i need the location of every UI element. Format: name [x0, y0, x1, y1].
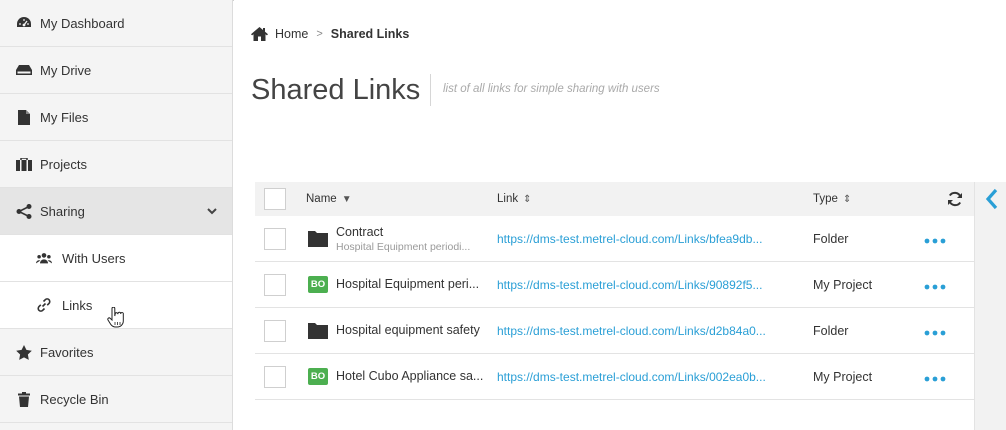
- row-type: Folder: [813, 232, 849, 246]
- link-icon: [36, 297, 52, 313]
- trash-icon: [16, 391, 32, 407]
- hand-cursor-icon: [107, 307, 124, 328]
- folder-icon: [308, 323, 328, 339]
- column-header-name[interactable]: Name ▼: [306, 193, 352, 205]
- home-icon[interactable]: [251, 27, 268, 41]
- bo-project-icon: BO: [308, 368, 328, 385]
- refresh-icon[interactable]: [947, 191, 963, 207]
- page-subtitle: list of all links for simple sharing wit…: [443, 83, 660, 95]
- users-icon: [36, 250, 52, 266]
- column-header-label: Type: [813, 193, 838, 205]
- column-header-type[interactable]: Type ⇕: [813, 193, 851, 205]
- more-options-icon[interactable]: [924, 330, 946, 336]
- breadcrumb-separator: >: [316, 28, 323, 40]
- row-link[interactable]: https://dms-test.metrel-cloud.com/Links/…: [497, 278, 762, 292]
- more-options-icon[interactable]: [924, 284, 946, 290]
- chevron-down-icon[interactable]: [206, 205, 218, 217]
- sidebar-item-label: Projects: [40, 156, 87, 172]
- sidebar-item-my-dashboard[interactable]: My Dashboard: [0, 0, 232, 47]
- row-checkbox[interactable]: [264, 228, 286, 250]
- shared-links-table: Name ▼ Link ⇕ Type ⇕ Contract Hospital Equi…: [255, 182, 974, 400]
- sidebar-item-label: My Drive: [40, 62, 92, 78]
- sidebar-item-label: With Users: [62, 250, 126, 266]
- sidebar-item-label: Sharing: [40, 203, 85, 219]
- column-header-label: Link: [497, 193, 519, 205]
- row-type: My Project: [813, 278, 873, 292]
- sidebar-item-label: Favorites: [40, 344, 94, 360]
- row-link[interactable]: https://dms-test.metrel-cloud.com/Links/…: [497, 370, 766, 384]
- row-name: Contract Hospital Equipment periodi...: [336, 225, 470, 253]
- sidebar-item-recycle-bin[interactable]: Recycle Bin: [0, 376, 232, 423]
- row-name: Hospital Equipment peri...: [336, 277, 480, 291]
- sidebar-item-label: Links: [62, 297, 93, 313]
- row-checkbox[interactable]: [264, 320, 286, 342]
- row-subname: Hospital Equipment periodi...: [336, 241, 471, 253]
- sidebar-item-my-drive[interactable]: My Drive: [0, 47, 232, 94]
- row-name: Hospital equipment safety: [336, 323, 480, 337]
- sort-icon: ⇕: [523, 194, 532, 205]
- sidebar-item-label: Recycle Bin: [40, 391, 109, 407]
- sidebar-item-my-files[interactable]: My Files: [0, 94, 232, 141]
- more-options-icon[interactable]: [924, 376, 946, 382]
- main-content: Home > Shared Links Shared Links list of…: [234, 0, 1006, 430]
- breadcrumb-current: Shared Links: [330, 27, 410, 41]
- sidebar-item-favorites[interactable]: Favorites: [0, 329, 232, 376]
- column-header-label: Name: [306, 193, 337, 205]
- sidebar: My Dashboard My Drive My Files Projects …: [0, 0, 233, 430]
- sidebar-item-label: My Files: [40, 109, 89, 125]
- table-header: Name ▼ Link ⇕ Type ⇕: [255, 182, 974, 216]
- sort-desc-icon: ▼: [341, 194, 352, 205]
- row-type: Folder: [813, 324, 849, 338]
- more-options-icon[interactable]: [924, 238, 946, 244]
- sidebar-item-sharing[interactable]: Sharing: [0, 188, 232, 235]
- sidebar-item-with-users[interactable]: With Users: [0, 235, 232, 282]
- projects-icon: [16, 156, 32, 172]
- table-row[interactable]: BO Hospital Equipment peri... https://dm…: [255, 262, 974, 308]
- row-link[interactable]: https://dms-test.metrel-cloud.com/Links/…: [497, 232, 762, 246]
- row-link[interactable]: https://dms-test.metrel-cloud.com/Links/…: [497, 324, 766, 338]
- row-checkbox[interactable]: [264, 274, 286, 296]
- folder-icon: [308, 231, 328, 247]
- row-name: Hotel Cubo Appliance sa...: [336, 369, 484, 383]
- drive-icon: [16, 62, 32, 78]
- table-row[interactable]: BO Hotel Cubo Appliance sa... https://dm…: [255, 354, 974, 400]
- row-type: My Project: [813, 370, 873, 384]
- row-name-label: Contract: [336, 225, 384, 239]
- share-icon: [16, 203, 32, 219]
- page-title: Shared Links: [251, 74, 421, 106]
- breadcrumb: Home > Shared Links: [251, 27, 409, 41]
- bo-project-icon: BO: [308, 276, 328, 293]
- details-panel-collapsed: [974, 182, 1006, 430]
- row-checkbox[interactable]: [264, 366, 286, 388]
- chevron-left-icon[interactable]: [984, 188, 1000, 210]
- sidebar-item-projects[interactable]: Projects: [0, 141, 232, 188]
- column-header-link[interactable]: Link ⇕: [497, 193, 532, 205]
- breadcrumb-home[interactable]: Home: [275, 27, 308, 41]
- table-row[interactable]: Contract Hospital Equipment periodi... h…: [255, 216, 974, 262]
- select-all-checkbox[interactable]: [264, 188, 286, 210]
- sidebar-item-label: My Dashboard: [40, 15, 125, 31]
- dashboard-icon: [16, 15, 32, 31]
- file-icon: [16, 109, 32, 125]
- title-divider: [430, 74, 431, 106]
- table-row[interactable]: Hospital equipment safety https://dms-te…: [255, 308, 974, 354]
- sort-icon: ⇕: [842, 194, 852, 205]
- star-icon: [16, 344, 32, 360]
